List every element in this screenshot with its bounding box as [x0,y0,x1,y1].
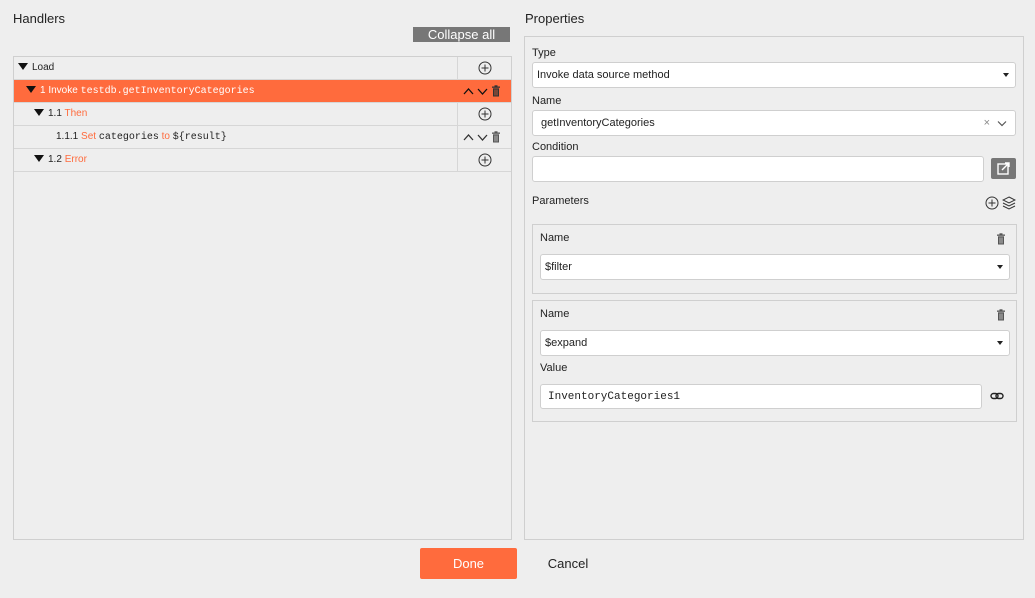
param-name-label: Name [540,308,570,320]
trash-icon[interactable] [491,85,501,97]
layers-icon[interactable] [1002,196,1016,210]
row-keyword: Load [32,62,55,73]
row-number: 1 [40,85,46,96]
expand-triangle-icon[interactable] [34,108,44,116]
clear-icon[interactable]: × [984,111,990,135]
properties-panel: Type Invoke data source method Name getI… [524,36,1024,540]
expand-triangle-icon[interactable] [34,154,44,162]
add-circle-icon[interactable] [478,153,492,167]
tree-row-error[interactable]: 1.2 Error [14,149,511,172]
parameter-item: Name $filter [532,224,1017,294]
trash-icon[interactable] [996,309,1006,321]
add-circle-icon[interactable] [478,61,492,75]
tree-row-invoke[interactable]: 1 Invoke testdb.getInventoryCategories [14,80,511,103]
expand-triangle-icon[interactable] [26,85,36,93]
dropdown-arrow-icon [997,265,1003,269]
handlers-title: Handlers [13,11,66,26]
param-name-value: $expand [545,337,588,349]
type-value: Invoke data source method [537,69,670,81]
param-name-value: $filter [545,261,572,273]
row-number: 1.1 [48,108,62,119]
parameter-item: Name $expand Value InventoryCategories1 [532,300,1017,422]
name-combobox[interactable]: getInventoryCategories × [532,110,1016,136]
open-editor-button[interactable] [991,158,1016,179]
name-label: Name [532,95,562,107]
collapse-all-button[interactable]: Collapse all [413,27,510,42]
type-select[interactable]: Invoke data source method [532,62,1016,88]
param-value-label: Value [540,362,568,374]
tree-row-then[interactable]: 1.1 Then [14,103,511,126]
external-link-icon [997,162,1010,175]
type-label: Type [532,47,556,59]
properties-title: Properties [525,11,585,26]
trash-icon[interactable] [996,233,1006,245]
row-keyword: Invoke [48,85,78,96]
parameters-label: Parameters [532,195,589,207]
row-keyword: Then [64,108,88,119]
row-keyword: Set [81,131,97,142]
tree-row-set[interactable]: 1.1.1 Set categories to ${result} [14,126,511,149]
add-circle-icon[interactable] [478,107,492,121]
dropdown-arrow-icon [997,341,1003,345]
condition-input[interactable] [532,156,984,182]
row-to-word: to [161,131,170,142]
param-name-select[interactable]: $filter [540,254,1010,280]
row-number: 1.1.1 [56,131,79,142]
row-keyword: Error [64,154,87,165]
move-up-icon[interactable] [463,86,474,97]
dropdown-arrow-icon [1003,73,1009,77]
move-down-icon[interactable] [477,132,488,143]
add-parameter-icon[interactable] [985,196,999,210]
trash-icon[interactable] [491,131,501,143]
done-button[interactable]: Done [420,548,517,579]
cancel-button[interactable]: Cancel [540,548,596,579]
handlers-tree: Load 1 Invoke testdb.getInventoryCategor… [13,56,512,540]
param-name-select[interactable]: $expand [540,330,1010,356]
chevron-down-icon[interactable] [997,120,1007,127]
param-value-text: InventoryCategories1 [548,391,681,403]
row-value: ${result} [172,132,227,143]
param-value-input[interactable]: InventoryCategories1 [540,384,982,409]
row-detail: testdb.getInventoryCategories [80,86,255,97]
expand-triangle-icon[interactable] [18,62,28,70]
row-number: 1.2 [48,154,62,165]
condition-label: Condition [532,141,579,153]
tree-row-load[interactable]: Load [14,57,511,80]
row-variable: categories [98,132,159,143]
move-up-icon[interactable] [463,132,474,143]
move-down-icon[interactable] [477,86,488,97]
name-value: getInventoryCategories [541,117,655,129]
link-icon[interactable] [990,390,1004,402]
param-name-label: Name [540,232,570,244]
